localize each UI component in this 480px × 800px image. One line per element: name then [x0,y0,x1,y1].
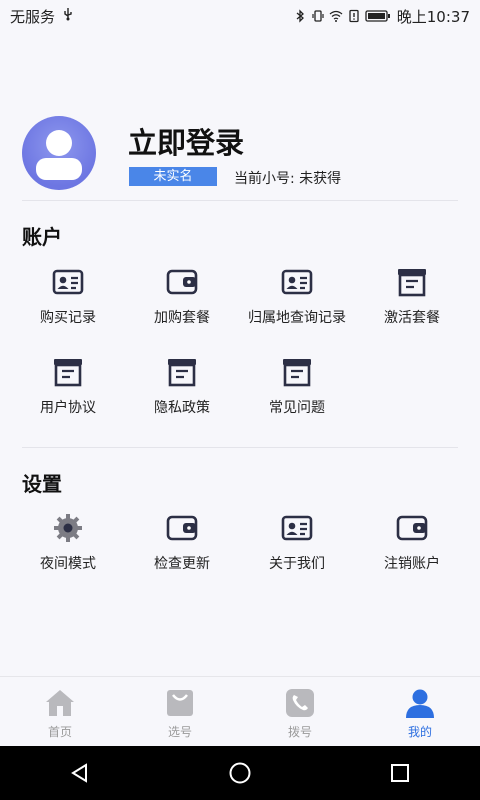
login-link[interactable]: 立即登录 [128,120,244,162]
user-agreement-button[interactable]: 用户协议 [11,355,125,417]
bluetooth-icon [296,9,304,23]
wifi-icon [329,10,343,22]
wallet-icon [166,269,198,295]
item-label: 激活套餐 [384,310,440,326]
tab-select-number[interactable]: 选号 [120,677,240,747]
location-query-records-button[interactable]: 归属地查询记录 [240,265,354,327]
account-section-title: 账户 [22,225,62,249]
purchase-records-button[interactable]: 购买记录 [11,265,125,327]
usb-icon [61,7,75,25]
id-card-icon [52,269,84,295]
current-number-text: 当前小号: 未获得 [234,171,342,187]
tab-mine[interactable]: 我的 [360,677,480,747]
bag-icon [167,690,193,716]
phone-icon [286,689,314,717]
back-triangle-icon [71,763,87,783]
addon-package-button[interactable]: 加购套餐 [125,265,239,327]
item-label: 检查更新 [154,556,210,572]
sim-alert-icon [349,9,359,23]
realname-badge: 未实名 [129,167,217,186]
item-label: 加购套餐 [154,310,210,326]
system-nav-bar [0,746,480,800]
home-icon [46,690,74,716]
item-label: 用户协议 [40,400,96,416]
delete-account-button[interactable]: 注销账户 [355,511,469,573]
item-label: 隐私政策 [154,400,210,416]
home-circle-icon [229,762,251,784]
item-label: 常见问题 [269,400,325,416]
bottom-tab-bar: 首页 选号 拨号 我的 [0,676,480,747]
back-button[interactable] [62,755,98,791]
home-nav-button[interactable] [222,755,258,791]
id-card-icon [281,269,313,295]
status-bar: 无服务 晚上10:37 [0,0,480,32]
about-us-button[interactable]: 关于我们 [240,511,354,573]
vibrate-icon [312,10,324,22]
clock-text: 晚上10:37 [396,7,470,26]
archive-box-icon [398,269,426,297]
id-card-icon [281,515,313,541]
item-label: 购买记录 [40,310,96,326]
tab-label: 我的 [407,725,432,739]
item-label: 注销账户 [384,556,440,572]
divider [22,200,458,201]
tab-label: 拨号 [287,725,312,739]
avatar-body [36,158,82,180]
archive-box-icon [168,359,196,387]
gear-icon [54,514,82,542]
wallet-icon [396,515,428,541]
archive-box-icon [54,359,82,387]
profile-header[interactable]: 立即登录 未实名 当前小号: 未获得 [0,106,480,200]
divider [22,447,458,448]
activate-package-button[interactable]: 激活套餐 [355,265,469,327]
user-icon [406,689,434,718]
archive-box-icon [283,359,311,387]
recents-square-icon [391,764,409,782]
settings-section-title: 设置 [22,472,62,496]
avatar-head [46,130,72,156]
carrier-text: 无服务 [10,7,56,26]
item-label: 归属地查询记录 [248,310,346,326]
tab-label: 选号 [167,725,192,739]
wallet-icon [166,515,198,541]
battery-icon [365,10,390,22]
privacy-policy-button[interactable]: 隐私政策 [125,355,239,417]
tab-home[interactable]: 首页 [0,677,120,747]
tab-label: 首页 [47,725,72,739]
tab-dial[interactable]: 拨号 [240,677,360,747]
check-update-button[interactable]: 检查更新 [125,511,239,573]
avatar[interactable] [22,116,96,190]
faq-button[interactable]: 常见问题 [240,355,354,417]
recents-button[interactable] [382,755,418,791]
item-label: 关于我们 [269,556,325,572]
night-mode-button[interactable]: 夜间模式 [11,511,125,573]
item-label: 夜间模式 [40,556,96,572]
